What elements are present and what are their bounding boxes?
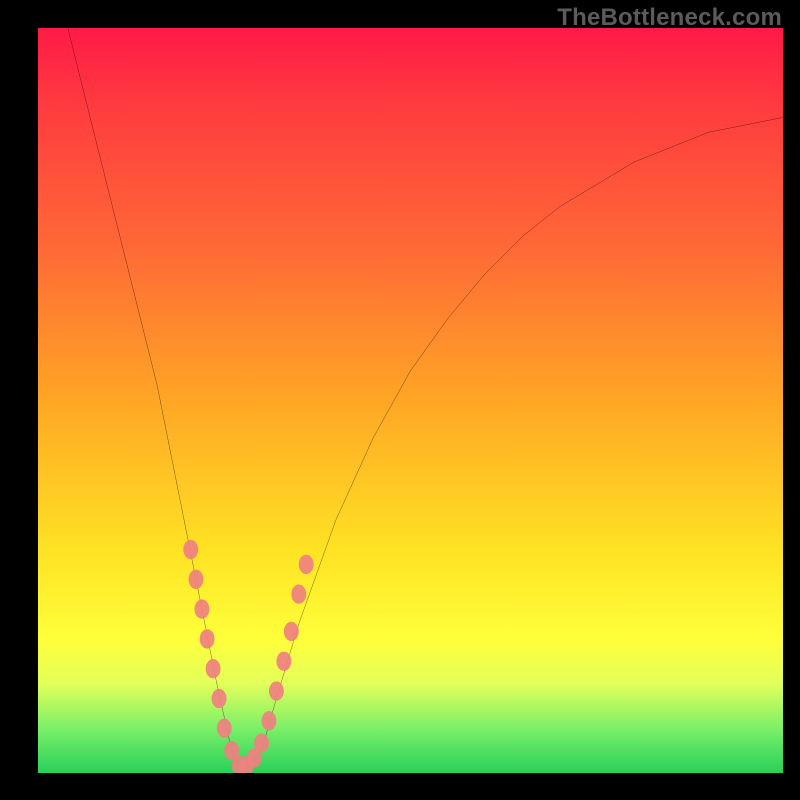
marker-dot — [254, 734, 269, 753]
marker-dot — [206, 659, 221, 678]
marker-dot — [217, 719, 232, 738]
marker-dot — [284, 622, 299, 641]
marker-dot — [262, 711, 277, 730]
marker-dot — [188, 570, 203, 589]
marker-dot — [276, 652, 291, 671]
chart-frame: TheBottleneck.com — [0, 0, 800, 800]
marker-dot — [194, 599, 209, 618]
marker-dot — [200, 629, 215, 648]
highlight-points — [183, 540, 313, 773]
curve-path — [68, 28, 783, 773]
curve-layer — [38, 28, 783, 773]
plot-area — [38, 28, 783, 773]
marker-dot — [299, 555, 314, 574]
watermark-text: TheBottleneck.com — [557, 4, 782, 32]
bottleneck-curve — [68, 28, 783, 773]
marker-dot — [212, 689, 227, 708]
marker-dot — [291, 585, 306, 604]
marker-dot — [269, 681, 284, 700]
marker-dot — [183, 540, 198, 559]
